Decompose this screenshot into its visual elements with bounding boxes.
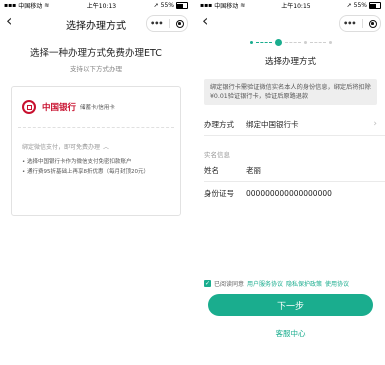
- name-row: 姓名 老丽: [196, 159, 385, 181]
- signal-icon: ▪▪▪: [200, 2, 213, 9]
- battery-percent: 55%: [353, 2, 367, 9]
- wifi-icon: ≋: [240, 2, 246, 9]
- customer-service-link[interactable]: 客服中心: [196, 328, 385, 339]
- boc-logo-icon: [22, 100, 36, 114]
- left-phone-screen: ▪▪▪ 中国移动 ≋ 上午10:13 ➚ 55% ‹ 选择办理方式 ••• 选择一种办…: [0, 0, 192, 345]
- progress-steps: [196, 38, 385, 46]
- service-agreement-link[interactable]: 用户服务协议: [247, 279, 283, 288]
- usage-agreement-link[interactable]: 使用协议: [325, 279, 349, 288]
- method-row[interactable]: 办理方式 绑定中国银行卡 ›: [196, 113, 385, 135]
- bank-option-card[interactable]: 中国银行 储蓄卡/信用卡 绑定微信支付，即可免费办理 ︿ 选择中国银行卡作为微信…: [11, 86, 181, 216]
- status-time: 上午10:15: [281, 3, 311, 10]
- name-label: 姓名: [204, 165, 219, 175]
- list-item: 选择中国银行卡作为微信支付免密扣款账户: [22, 157, 180, 167]
- chevron-up-icon: ︿: [103, 144, 110, 151]
- agreement-row: ✓ 已阅读同意 用户服务协议 隐私保护政策 使用协议: [196, 279, 385, 288]
- agree-text: 已阅读同意: [214, 281, 245, 288]
- main-heading: 选择一种办理方式免费办理ETC: [30, 48, 162, 59]
- list-item: 通行费95折基础上再享8折优惠（每月封顶20元）: [22, 167, 180, 177]
- right-phone-screen: ▪▪▪ 中国移动 ≋ 上午10:15 ➚ 55% ‹ ••• 选择办理方式 绑定银行卡…: [196, 0, 385, 345]
- name-field[interactable]: 老丽: [246, 165, 261, 176]
- section-header: 实名信息: [204, 151, 230, 159]
- id-row: 身份证号 000000000000000000: [196, 182, 385, 204]
- current-step-dot: [274, 38, 282, 46]
- location-icon: ➚: [346, 2, 352, 9]
- method-label: 办理方式: [204, 119, 234, 129]
- agree-checkbox[interactable]: ✓: [204, 280, 211, 287]
- battery-percent: 55%: [160, 2, 174, 9]
- signal-icon: ▪▪▪: [4, 2, 17, 9]
- status-bar: ▪▪▪ 中国移动 ≋ 上午10:13 ➚ 55%: [0, 0, 192, 11]
- divider: [18, 127, 174, 128]
- sub-heading: 支持以下方式办理: [70, 65, 122, 73]
- nav-bar: ‹ •••: [196, 11, 385, 34]
- more-icon[interactable]: •••: [150, 19, 163, 28]
- chevron-right-icon: ›: [373, 119, 377, 129]
- notice-box: 绑定银行卡需验证微信实名本人的身份信息，绑定后将扣除¥0.01验证银行卡，验证后…: [204, 79, 377, 105]
- more-icon[interactable]: •••: [343, 19, 356, 28]
- close-icon[interactable]: [175, 19, 184, 28]
- miniprogram-capsule: •••: [339, 15, 381, 32]
- id-label: 身份证号: [204, 188, 234, 198]
- miniprogram-capsule: •••: [146, 15, 188, 32]
- nav-bar: ‹ 选择办理方式 •••: [0, 11, 192, 34]
- next-button[interactable]: 下一步: [208, 294, 373, 316]
- bank-name: 中国银行: [42, 103, 77, 113]
- status-bar: ▪▪▪ 中国移动 ≋ 上午10:15 ➚ 55%: [196, 0, 385, 11]
- privacy-policy-link[interactable]: 隐私保护政策: [286, 279, 322, 288]
- close-icon[interactable]: [368, 19, 377, 28]
- back-icon[interactable]: ‹: [202, 13, 208, 29]
- card-note[interactable]: 绑定微信支付，即可免费办理 ︿: [22, 142, 180, 151]
- bank-card-type: 储蓄卡/信用卡: [80, 105, 115, 111]
- wifi-icon: ≋: [44, 2, 50, 9]
- method-value: 绑定中国银行卡: [246, 119, 299, 129]
- battery-icon: [175, 2, 188, 9]
- battery-icon: [368, 2, 381, 9]
- carrier-label: 中国移动: [214, 3, 239, 10]
- status-time: 上午10:13: [86, 3, 117, 10]
- step-title: 选择办理方式: [264, 57, 316, 67]
- carrier-label: 中国移动: [18, 3, 43, 10]
- bank-row[interactable]: 中国银行 储蓄卡/信用卡: [12, 87, 180, 127]
- benefit-list: 选择中国银行卡作为微信支付免密扣款账户 通行费95折基础上再享8折优惠（每月封顶…: [22, 157, 180, 177]
- location-icon: ➚: [153, 2, 159, 9]
- id-number-field[interactable]: 000000000000000000: [246, 189, 332, 198]
